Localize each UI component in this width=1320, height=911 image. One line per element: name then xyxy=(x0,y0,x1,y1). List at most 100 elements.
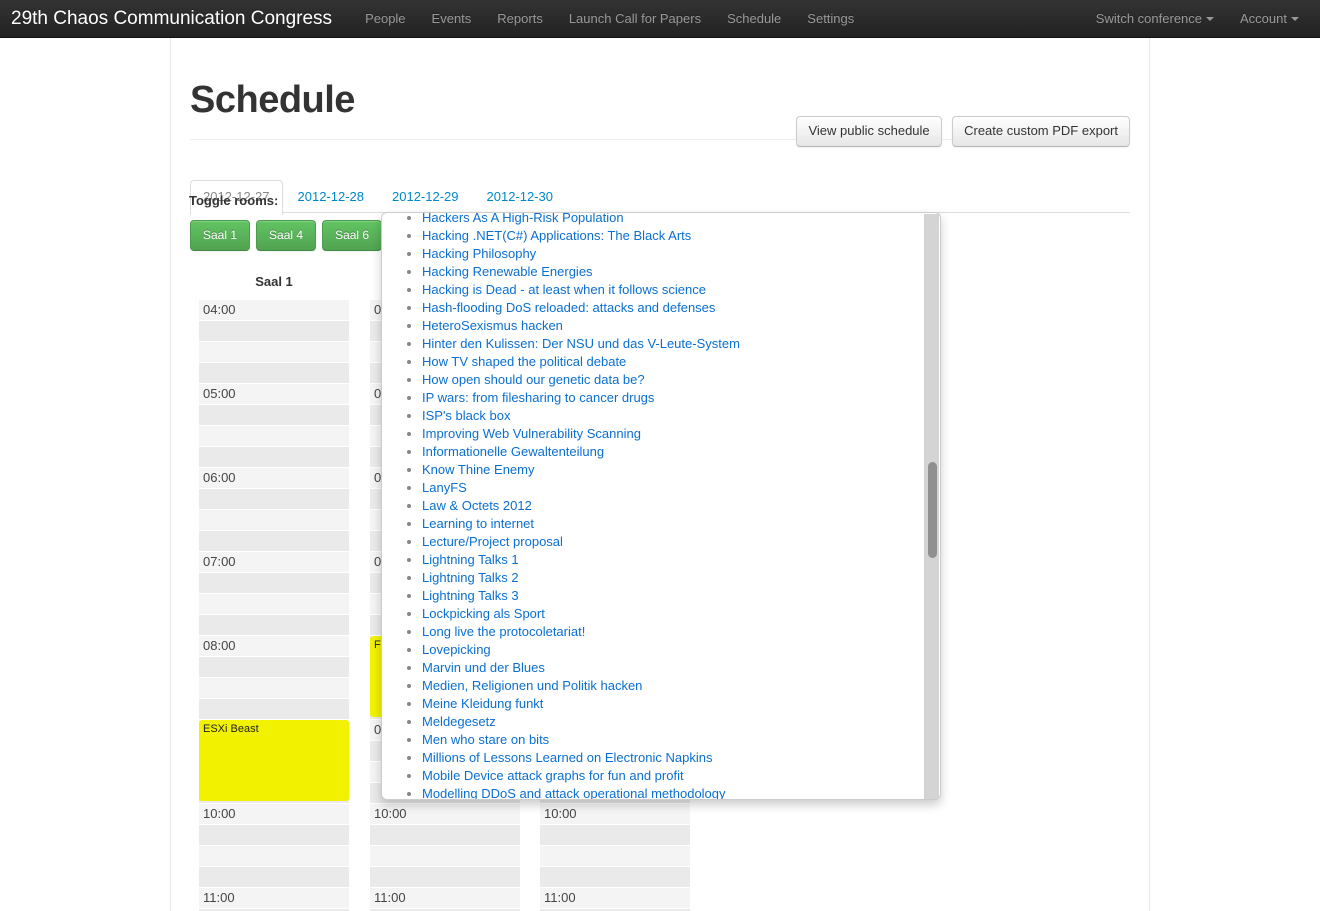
event-list-link[interactable]: Learning to internet xyxy=(422,516,534,531)
time-slot[interactable] xyxy=(199,531,349,552)
event-list-link[interactable]: Hacking .NET(C#) Applications: The Black… xyxy=(422,228,691,243)
time-slot[interactable] xyxy=(199,342,349,363)
time-slot[interactable] xyxy=(199,321,349,342)
event-list-link[interactable]: Hacking Philosophy xyxy=(422,246,536,261)
event-list-link[interactable]: IP wars: from filesharing to cancer drug… xyxy=(422,390,654,405)
time-slot[interactable] xyxy=(199,363,349,384)
event-list-link[interactable]: Law & Octets 2012 xyxy=(422,498,532,513)
time-slot[interactable] xyxy=(199,699,349,720)
top-navbar: 29th Chaos Communication Congress People… xyxy=(0,0,1320,38)
time-slot[interactable] xyxy=(199,489,349,510)
event-list-link[interactable]: Long live the protocoletariat! xyxy=(422,624,585,639)
popover-scrollbar-thumb[interactable] xyxy=(928,462,937,558)
time-slot[interactable]: 04:00 xyxy=(199,300,349,321)
event-list-link[interactable]: HeteroSexismus hacken xyxy=(422,318,563,333)
time-slot[interactable] xyxy=(199,825,349,846)
create-custom-pdf-export-button[interactable]: Create custom PDF export xyxy=(952,116,1130,147)
schedule-event-title: ESXi Beast xyxy=(203,723,259,735)
nav-item-people[interactable]: People xyxy=(352,0,418,38)
time-slot[interactable]: 05:00 xyxy=(199,384,349,405)
event-list-link[interactable]: Meldegesetz xyxy=(422,714,496,729)
event-list-item: IP wars: from filesharing to cancer drug… xyxy=(422,389,927,407)
time-slot[interactable] xyxy=(370,846,520,867)
time-slot[interactable] xyxy=(199,426,349,447)
event-list-link[interactable]: How open should our genetic data be? xyxy=(422,372,645,387)
time-slot[interactable]: 10:00 xyxy=(199,804,349,825)
time-slot[interactable]: 10:00 xyxy=(540,804,690,825)
time-slot[interactable] xyxy=(199,447,349,468)
switch-conference-label: Switch conference xyxy=(1095,10,1203,26)
time-slot[interactable] xyxy=(199,615,349,636)
event-list-link[interactable]: Lightning Talks 1 xyxy=(422,552,519,567)
event-list-link[interactable]: Lockpicking als Sport xyxy=(422,606,545,621)
event-list-link[interactable]: Marvin und der Blues xyxy=(422,660,545,675)
time-slot[interactable] xyxy=(199,846,349,867)
event-list-link[interactable]: Hacking is Dead - at least when it follo… xyxy=(422,282,706,297)
time-slot[interactable] xyxy=(199,405,349,426)
account-dropdown[interactable]: Account xyxy=(1227,0,1312,38)
event-list-popover: Hackers As A High-Risk Population Hacking… xyxy=(381,212,941,800)
time-slot[interactable]: 11:00 xyxy=(370,888,520,909)
time-slot[interactable]: 07:00 xyxy=(199,552,349,573)
event-list-link[interactable]: Improving Web Vulnerability Scanning xyxy=(422,426,641,441)
time-slot[interactable] xyxy=(540,846,690,867)
time-slot[interactable]: 11:00 xyxy=(199,888,349,909)
event-list-link[interactable]: Men who stare on bits xyxy=(422,732,549,747)
time-slot[interactable] xyxy=(199,657,349,678)
tab-2012-12-29[interactable]: 2012-12-29 xyxy=(379,180,472,215)
event-list-item: Lightning Talks 1 xyxy=(422,551,927,569)
event-list-link[interactable]: Hash-flooding DoS reloaded: attacks and … xyxy=(422,300,715,315)
event-list-link[interactable]: Modelling DDoS and attack operational me… xyxy=(422,786,726,799)
time-slot[interactable] xyxy=(199,678,349,699)
event-list-link[interactable]: Informationelle Gewaltenteilung xyxy=(422,444,604,459)
event-list-link[interactable]: Lightning Talks 3 xyxy=(422,588,519,603)
toggle-room-saal-4[interactable]: Saal 4 xyxy=(256,220,317,251)
event-list-link[interactable]: ISP's black box xyxy=(422,408,510,423)
time-label: 08:00 xyxy=(203,638,236,653)
popover-scrollbar[interactable] xyxy=(924,214,939,799)
event-list-link[interactable]: Medien, Religionen und Politik hacken xyxy=(422,678,642,693)
nav-item-events[interactable]: Events xyxy=(419,0,485,38)
time-slot[interactable] xyxy=(370,867,520,888)
nav-item-settings[interactable]: Settings xyxy=(794,0,867,38)
time-slot[interactable] xyxy=(199,573,349,594)
time-slot[interactable] xyxy=(540,825,690,846)
time-slot[interactable] xyxy=(199,594,349,615)
switch-conference-dropdown[interactable]: Switch conference xyxy=(1083,0,1227,38)
time-slot[interactable] xyxy=(370,825,520,846)
schedule-event[interactable]: ESXi Beast xyxy=(199,720,349,801)
event-list-link[interactable]: Know Thine Enemy xyxy=(422,462,535,477)
event-list-link[interactable]: Hackers As A High-Risk Population xyxy=(422,213,624,225)
nav-item-launch-call-for-papers[interactable]: Launch Call for Papers xyxy=(556,0,714,38)
event-list-link[interactable]: Mobile Device attack graphs for fun and … xyxy=(422,768,684,783)
time-slot[interactable] xyxy=(199,510,349,531)
time-slot[interactable]: 08:00 xyxy=(199,636,349,657)
view-public-schedule-button[interactable]: View public schedule xyxy=(796,116,942,147)
event-list-link[interactable]: Lecture/Project proposal xyxy=(422,534,563,549)
event-list-link[interactable]: Lovepicking xyxy=(422,642,491,657)
time-label: 11:00 xyxy=(203,890,235,905)
brand-link[interactable]: 29th Chaos Communication Congress xyxy=(0,0,352,38)
nav-item-reports[interactable]: Reports xyxy=(484,0,556,38)
time-label: 10:00 xyxy=(544,806,577,821)
tab-2012-12-30[interactable]: 2012-12-30 xyxy=(474,180,567,215)
page-action-buttons: View public schedule Create custom PDF e… xyxy=(796,116,1130,147)
time-slot[interactable]: 06:00 xyxy=(199,468,349,489)
event-list-link[interactable]: Lightning Talks 2 xyxy=(422,570,519,585)
time-slot[interactable] xyxy=(540,867,690,888)
nav-item-schedule[interactable]: Schedule xyxy=(714,0,794,38)
toggle-room-saal-1[interactable]: Saal 1 xyxy=(190,220,251,251)
time-slot[interactable] xyxy=(199,867,349,888)
event-list-link[interactable]: Hinter den Kulissen: Der NSU und das V-L… xyxy=(422,336,740,351)
event-list-link[interactable]: Hacking Renewable Energies xyxy=(422,264,593,279)
event-list-scroll-area[interactable]: Hackers As A High-Risk Population Hacking… xyxy=(382,213,940,799)
toggle-room-saal-6[interactable]: Saal 6 xyxy=(322,220,383,251)
time-slot[interactable]: 11:00 xyxy=(540,888,690,909)
time-slot[interactable]: 10:00 xyxy=(370,804,520,825)
event-list-item: Learning to internet xyxy=(422,515,927,533)
event-list-link[interactable]: How TV shaped the political debate xyxy=(422,354,626,369)
event-list-link[interactable]: Millions of Lessons Learned on Electroni… xyxy=(422,750,713,765)
event-list-link[interactable]: LanyFS xyxy=(422,480,467,495)
tab-2012-12-28[interactable]: 2012-12-28 xyxy=(285,180,378,215)
event-list-link[interactable]: Meine Kleidung funkt xyxy=(422,696,543,711)
